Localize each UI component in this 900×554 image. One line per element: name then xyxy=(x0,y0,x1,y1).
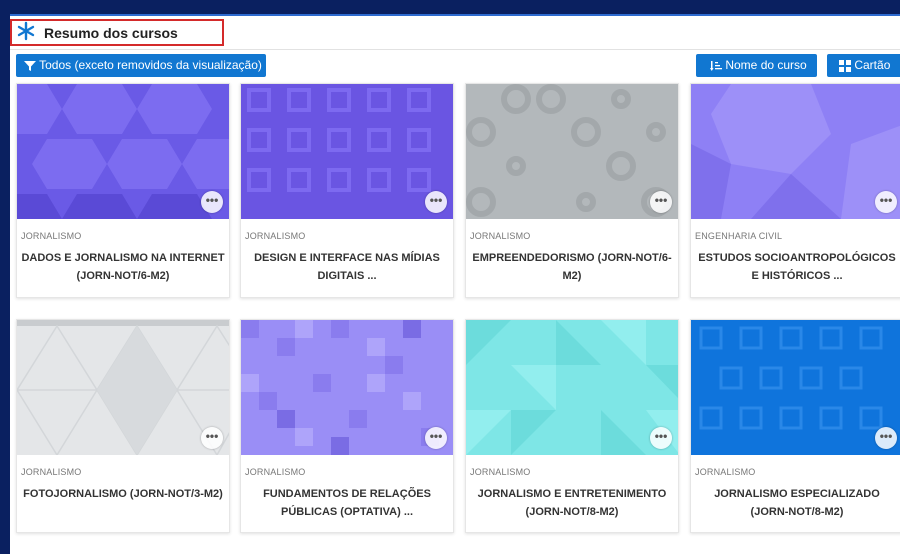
course-category: JORNALISMO xyxy=(245,467,306,477)
more-options-button[interactable]: ••• xyxy=(201,191,223,213)
more-options-button[interactable]: ••• xyxy=(650,427,672,449)
course-name[interactable]: FOTOJORNALISMO (JORN-NOT/3-M2) xyxy=(21,485,225,503)
polygon-pattern xyxy=(691,84,900,219)
course-overview-panel: Resumo dos cursos Todos (exceto removido… xyxy=(10,14,900,554)
more-options-button[interactable]: ••• xyxy=(201,427,223,449)
page-title: Resumo dos cursos xyxy=(44,25,178,41)
course-image[interactable]: ••• xyxy=(466,320,678,455)
course-name[interactable]: JORNALISMO ESPECIALIZADO (JORN-NOT/8-M2) xyxy=(695,485,899,521)
hexagon-pattern xyxy=(17,84,229,219)
sort-label: Nome do curso xyxy=(725,58,807,72)
course-category: JORNALISMO xyxy=(21,467,82,477)
filter-button[interactable]: Todos (exceto removidos da visualização) xyxy=(16,54,266,77)
title-highlight-box: Resumo dos cursos xyxy=(10,19,224,46)
sort-icon xyxy=(710,60,722,71)
more-options-button[interactable]: ••• xyxy=(425,191,447,213)
course-image[interactable]: ••• xyxy=(17,320,229,455)
square-pattern xyxy=(241,84,453,219)
panel-header: Resumo dos cursos xyxy=(10,16,900,50)
filter-label: Todos (exceto removidos da visualização) xyxy=(39,58,262,72)
course-card[interactable]: ••• JORNALISMO DESIGN E INTERFACE NAS MÍ… xyxy=(240,83,454,298)
course-image[interactable]: ••• xyxy=(17,84,229,219)
course-name[interactable]: EMPREENDEDORISMO (JORN-NOT/6-M2) xyxy=(470,249,674,285)
course-category: ENGENHARIA CIVIL xyxy=(695,231,783,241)
grid-icon xyxy=(839,59,851,72)
course-name[interactable]: DESIGN E INTERFACE NAS MÍDIAS DIGITAIS .… xyxy=(245,249,449,285)
view-label: Cartão xyxy=(854,58,891,72)
course-card[interactable]: ••• JORNALISMO FOTOJORNALISMO (JORN-NOT/… xyxy=(16,319,230,533)
course-name[interactable]: DADOS E JORNALISMO NA INTERNET (JORN-NOT… xyxy=(21,249,225,285)
course-image[interactable]: ••• xyxy=(241,84,453,219)
course-image[interactable]: ••• xyxy=(241,320,453,455)
circle-pattern xyxy=(466,84,678,219)
course-category: JORNALISMO xyxy=(470,231,531,241)
course-image[interactable]: ••• xyxy=(691,84,900,219)
course-name[interactable]: ESTUDOS SOCIOANTROPOLÓGICOS E HISTÓRICOS… xyxy=(695,249,899,285)
asterisk-icon xyxy=(17,21,35,41)
view-button[interactable]: Cartão xyxy=(827,54,900,77)
course-card[interactable]: ••• JORNALISMO EMPREENDEDORISMO (JORN-NO… xyxy=(465,83,679,298)
course-category: JORNALISMO xyxy=(245,231,306,241)
course-card[interactable]: ••• JORNALISMO DADOS E JORNALISMO NA INT… xyxy=(16,83,230,298)
course-name[interactable]: FUNDAMENTOS DE RELAÇÕES PÚBLICAS (OPTATI… xyxy=(245,485,449,521)
triangle-pattern xyxy=(17,320,229,455)
filter-icon xyxy=(24,60,36,71)
course-category: JORNALISMO xyxy=(21,231,82,241)
course-card[interactable]: ••• JORNALISMO JORNALISMO E ENTRETENIMEN… xyxy=(465,319,679,533)
more-options-button[interactable]: ••• xyxy=(425,427,447,449)
course-name[interactable]: JORNALISMO E ENTRETENIMENTO (JORN-NOT/8-… xyxy=(470,485,674,521)
course-card[interactable]: ••• JORNALISMO JORNALISMO ESPECIALIZADO … xyxy=(690,319,900,533)
pixel-pattern xyxy=(241,320,453,455)
blue-square-pattern xyxy=(691,320,900,455)
more-options-button[interactable]: ••• xyxy=(650,191,672,213)
course-category: JORNALISMO xyxy=(695,467,756,477)
more-options-button[interactable]: ••• xyxy=(875,427,897,449)
sort-button[interactable]: Nome do curso xyxy=(696,54,817,77)
course-category: JORNALISMO xyxy=(470,467,531,477)
diagonal-triangle-pattern xyxy=(466,320,678,455)
more-options-button[interactable]: ••• xyxy=(875,191,897,213)
course-card[interactable]: ••• JORNALISMO FUNDAMENTOS DE RELAÇÕES P… xyxy=(240,319,454,533)
course-card[interactable]: ••• ENGENHARIA CIVIL ESTUDOS SOCIOANTROP… xyxy=(690,83,900,298)
course-image[interactable]: ••• xyxy=(691,320,900,455)
course-image[interactable]: ••• xyxy=(466,84,678,219)
